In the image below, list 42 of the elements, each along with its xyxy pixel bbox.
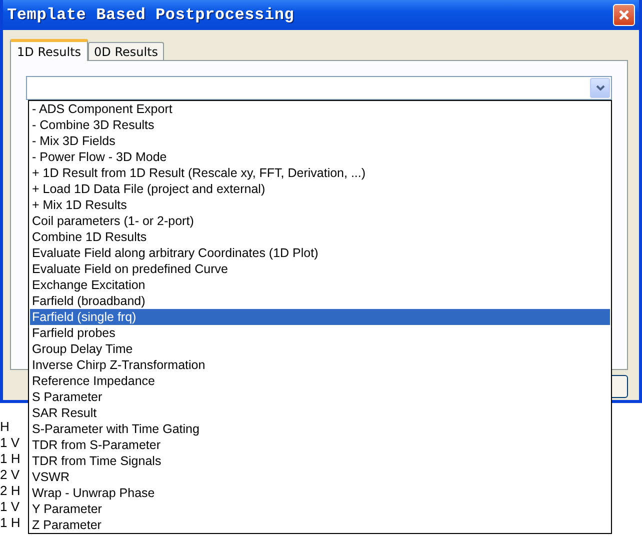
close-icon	[618, 9, 630, 21]
dropdown-option[interactable]: Evaluate Field along arbitrary Coordinates (1D Plot)	[30, 245, 610, 261]
dropdown-option[interactable]: Combine 1D Results	[30, 229, 610, 245]
port-label: 1 H	[0, 515, 20, 531]
close-button[interactable]	[613, 4, 635, 26]
dropdown-option[interactable]: Coil parameters (1- or 2-port)	[30, 213, 610, 229]
dropdown-option[interactable]: Farfield probes	[30, 325, 610, 341]
dropdown-option[interactable]: Inverse Chirp Z-Transformation	[30, 357, 610, 373]
dropdown-option[interactable]: - Mix 3D Fields	[30, 133, 610, 149]
dropdown-option[interactable]: TDR from S-Parameter	[30, 437, 610, 453]
port-label: 1 V	[0, 435, 20, 451]
dropdown-option[interactable]: Exchange Excitation	[30, 277, 610, 293]
dropdown-option[interactable]: SAR Result	[30, 405, 610, 421]
tab[interactable]: 1D Results	[10, 39, 88, 61]
template-dropdown[interactable]	[26, 76, 612, 100]
dropdown-option[interactable]: Y Parameter	[30, 501, 610, 517]
tab[interactable]: 0D Results	[88, 42, 164, 60]
dropdown-option[interactable]: TDR from Time Signals	[30, 453, 610, 469]
dropdown-option[interactable]: - Combine 3D Results	[30, 117, 610, 133]
chevron-icon	[596, 85, 604, 91]
dropdown-option[interactable]: Farfield (single frq)	[30, 309, 610, 325]
dropdown-option[interactable]: Reference Impedance	[30, 373, 610, 389]
dropdown-button[interactable]	[590, 78, 610, 98]
port-label: 2 H	[0, 483, 20, 499]
dropdown-option[interactable]: Wrap - Unwrap Phase	[30, 485, 610, 501]
dropdown-option[interactable]: + 1D Result from 1D Result (Rescale xy, FFT, Derivation, ...)	[30, 165, 610, 181]
dropdown-option[interactable]: VSWR	[30, 469, 610, 485]
port-label: H	[0, 419, 10, 435]
dropdown-option[interactable]: Farfield (broadband)	[30, 293, 610, 309]
dropdown-option[interactable]: + Mix 1D Results	[30, 197, 610, 213]
dropdown-option[interactable]: Group Delay Time	[30, 341, 610, 357]
dropdown-option[interactable]: S Parameter	[30, 389, 610, 405]
dropdown-option[interactable]: - ADS Component Export	[30, 101, 610, 117]
dropdown-option[interactable]: Z Parameter	[30, 517, 610, 533]
port-label: 2 V	[0, 467, 20, 483]
dropdown-option[interactable]: S-Parameter with Time Gating	[30, 421, 610, 437]
dropdown-option[interactable]: - Power Flow - 3D Mode	[30, 149, 610, 165]
dropdown-option[interactable]: Evaluate Field on predefined Curve	[30, 261, 610, 277]
dropdown-option[interactable]: + Load 1D Data File (project and external)	[30, 181, 610, 197]
window-title: Template Based Postprocessing	[7, 6, 294, 24]
port-label: 1 V	[0, 499, 20, 515]
port-label: 1 H	[0, 451, 20, 467]
